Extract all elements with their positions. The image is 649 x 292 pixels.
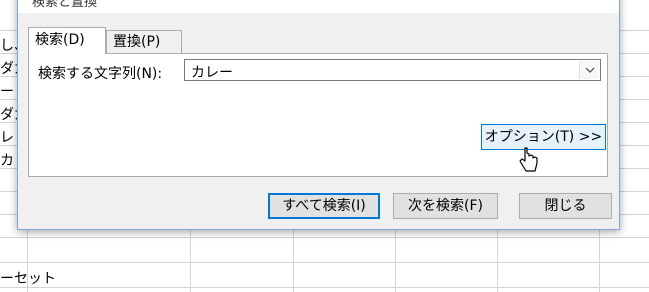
find-replace-dialog: 検索と置換 検索(D) 置換(P) 検索する文字列(N): カレー オプション(… — [17, 0, 620, 230]
cell[interactable]: ー — [0, 81, 14, 101]
close-button[interactable]: 閉じる — [519, 193, 612, 219]
combo-dropdown-button[interactable] — [579, 61, 599, 79]
cell[interactable]: ーセット — [0, 268, 56, 288]
find-all-button[interactable]: すべて検索(I) — [268, 193, 380, 219]
grid-line — [0, 237, 649, 238]
find-what-input[interactable]: カレー — [191, 62, 233, 82]
chevron-down-icon — [585, 67, 595, 73]
window-title: 検索と置換 — [32, 0, 98, 10]
cell[interactable]: レ — [0, 127, 14, 147]
grid-line — [0, 262, 649, 263]
find-what-combobox[interactable]: カレー — [184, 59, 601, 81]
title-bar[interactable]: 検索と置換 — [18, 0, 619, 13]
mouse-pointer-icon — [519, 147, 538, 172]
tab-replace[interactable]: 置換(P) — [106, 30, 182, 53]
find-next-button[interactable]: 次を検索(F) — [393, 193, 498, 219]
grid-line — [0, 287, 649, 288]
options-button[interactable]: オプション(T) >> — [481, 124, 606, 150]
find-what-label: 検索する文字列(N): — [38, 66, 163, 82]
tab-search[interactable]: 検索(D) — [28, 27, 106, 54]
